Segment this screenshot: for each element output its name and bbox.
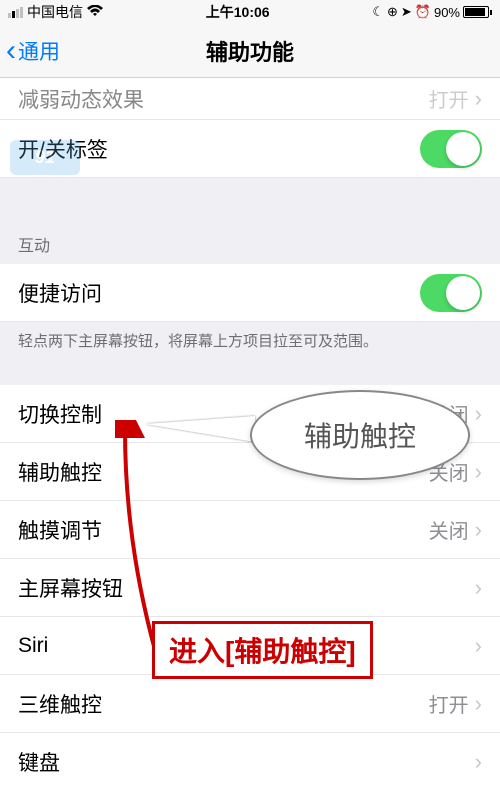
status-left: 中国电信 (8, 2, 103, 22)
instruction-annotation: 进入[辅助触控] (152, 621, 373, 679)
battery-pct: 90% (434, 5, 460, 20)
chevron-right-icon: › (475, 749, 482, 775)
cell-label: 便捷访问 (18, 278, 420, 308)
alarm-icon: ⏰ (415, 4, 431, 20)
cell-value: 打开 (429, 84, 469, 113)
cell-label: 主屏幕按钮 (18, 573, 475, 603)
status-time: 上午10:06 (206, 2, 270, 22)
callout-bubble: 辅助触控 (250, 390, 470, 480)
battery-icon (463, 6, 492, 18)
status-right: ☾ ⊕ ➤ ⏰ 90% (372, 4, 492, 20)
signal-icon (8, 7, 23, 18)
cell-label: 三维触控 (18, 689, 429, 719)
chevron-right-icon: › (475, 517, 482, 543)
callout-tail (145, 416, 255, 442)
cell-value: 打开 (429, 689, 469, 718)
page-title: 辅助功能 (0, 35, 500, 67)
moon-icon: ☾ (372, 4, 384, 20)
chevron-right-icon: › (475, 401, 482, 427)
nav-bar: ‹ 通用 辅助功能 (0, 24, 500, 78)
watermark: 91 (10, 140, 80, 175)
toggle-switch[interactable] (420, 130, 482, 168)
row-keyboard[interactable]: 键盘 › (0, 733, 500, 791)
carrier-label: 中国电信 (27, 2, 83, 22)
cell-label: 减弱动态效果 (18, 84, 429, 114)
row-reachability[interactable]: 便捷访问 (0, 264, 500, 322)
chevron-right-icon: › (475, 459, 482, 485)
chevron-right-icon: › (475, 575, 482, 601)
row-home-button[interactable]: 主屏幕按钮 › (0, 559, 500, 617)
wifi-icon (87, 4, 103, 20)
chevron-left-icon: ‹ (6, 36, 16, 66)
section-footer: 轻点两下主屏幕按钮，将屏幕上方项目拉至可及范围。 (0, 322, 500, 365)
lock-rotation-icon: ⊕ (387, 4, 398, 20)
back-label: 通用 (18, 36, 60, 66)
cell-value: 关闭 (429, 515, 469, 544)
cell-label: 触摸调节 (18, 515, 429, 545)
chevron-right-icon: › (475, 633, 482, 659)
status-bar: 中国电信 上午10:06 ☾ ⊕ ➤ ⏰ 90% (0, 0, 500, 24)
location-icon: ➤ (401, 4, 412, 20)
row-touch-accommodations[interactable]: 触摸调节 关闭 › (0, 501, 500, 559)
chevron-right-icon: › (475, 86, 482, 112)
chevron-right-icon: › (475, 691, 482, 717)
section-header-interaction: 互动 (0, 214, 500, 264)
row-reduce-motion[interactable]: 减弱动态效果 打开 › (0, 78, 500, 120)
back-button[interactable]: ‹ 通用 (0, 36, 60, 66)
row-3d-touch[interactable]: 三维触控 打开 › (0, 675, 500, 733)
toggle-switch[interactable] (420, 274, 482, 312)
cell-label: 键盘 (18, 747, 475, 777)
